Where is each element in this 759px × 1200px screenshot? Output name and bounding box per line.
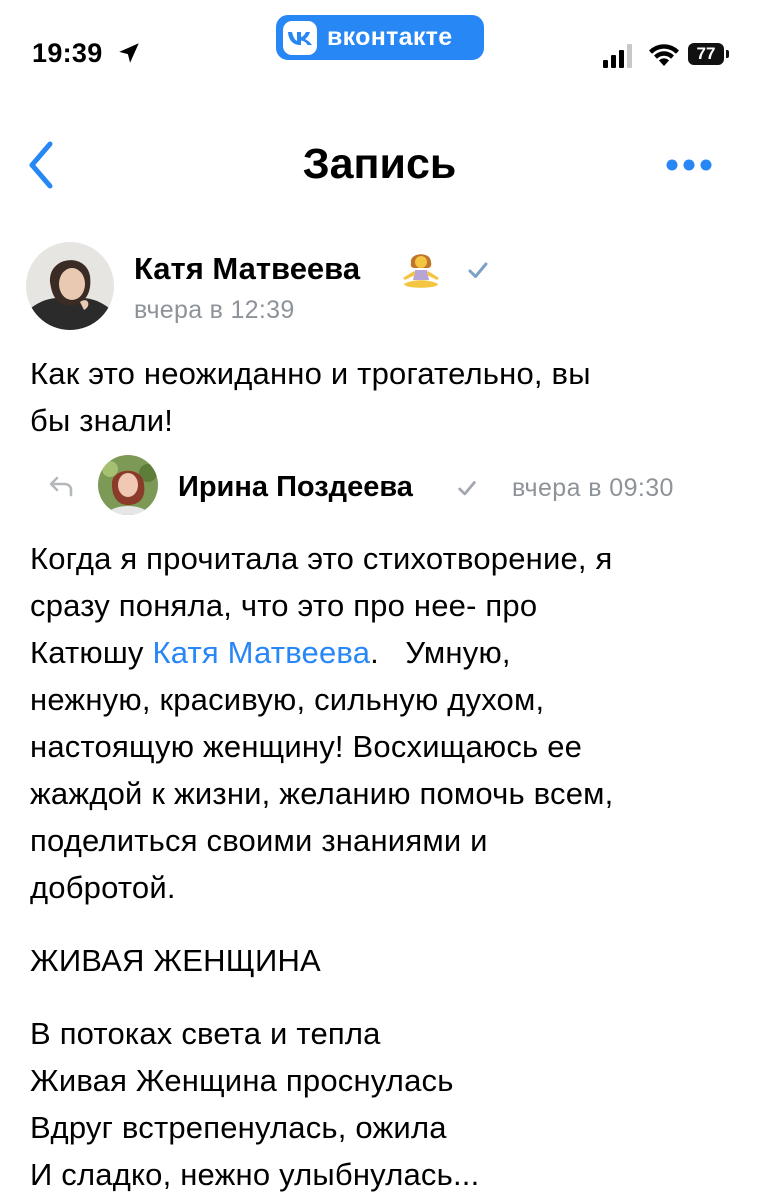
verified-check-icon xyxy=(468,262,488,278)
repost-header[interactable]: Ирина Поздеева вчера в 09:30 xyxy=(30,455,730,521)
post-timestamp[interactable]: вчера в 12:39 xyxy=(134,296,295,325)
poem-line: Живая Женщина проснулась xyxy=(30,1063,454,1098)
repost-paragraph: Когда я прочитала это стихотворение, я с… xyxy=(30,535,735,911)
wifi-icon xyxy=(649,44,679,66)
repost-text-line: жаждой к жизни, желанию помочь всем, xyxy=(30,776,614,811)
poem: В потоках света и тепла Живая Женщина пр… xyxy=(30,1010,735,1198)
repost-text-line: сразу поняла, что это про нее- про xyxy=(30,588,538,623)
repost-author-avatar[interactable] xyxy=(98,455,158,515)
nav-bar: Запись xyxy=(0,120,759,210)
page-title: Запись xyxy=(302,140,457,188)
mention-link[interactable]: Катя Матвеева xyxy=(152,635,370,670)
battery-tip xyxy=(726,50,729,58)
more-options-icon[interactable] xyxy=(666,158,712,172)
poem-title: ЖИВАЯ ЖЕНЩИНА xyxy=(30,943,321,978)
post-text: Как это неожиданно и трогательно, вы бы … xyxy=(30,350,730,444)
repost-text-line: поделиться своими знаниями и xyxy=(30,823,488,858)
poem-line: Вдруг встрепенулась, ожила xyxy=(30,1110,447,1145)
repost-arrow-icon xyxy=(49,476,73,497)
author-avatar[interactable] xyxy=(26,242,114,330)
repost-text-line: Катюшу xyxy=(30,635,153,670)
post-text-line: Как это неожиданно и трогательно, вы xyxy=(30,356,591,391)
location-arrow-icon xyxy=(119,43,139,63)
repost-text-line: нежную, красивую, сильную духом, xyxy=(30,682,545,717)
repost-author-name[interactable]: Ирина Поздеева xyxy=(178,471,413,504)
poem-line: И сладко, нежно улыбнулась... xyxy=(30,1157,480,1192)
repost-text-line: . Умную, xyxy=(370,635,511,670)
repost-text-line: Когда я прочитала это стихотворение, я xyxy=(30,541,613,576)
repost-text-line: настоящую женщину! Восхищаюсь ее xyxy=(30,729,583,764)
status-time: 19:39 xyxy=(32,38,103,68)
battery-indicator: 77 xyxy=(688,43,724,65)
author-name[interactable]: Катя Матвеева xyxy=(134,251,360,287)
repost-text-line: добротой. xyxy=(30,870,176,905)
vk-logo-icon xyxy=(283,20,317,55)
app-indicator-label: вконтакте xyxy=(327,23,453,51)
post-text-line: бы знали! xyxy=(30,403,174,438)
poem-line: В потоках света и тепла xyxy=(30,1016,381,1051)
meditation-emoji-icon xyxy=(403,254,439,288)
repost-body: Когда я прочитала это стихотворение, я с… xyxy=(30,535,735,1198)
repost-verified-check-icon xyxy=(458,481,476,496)
status-bar: 19:39 вконтакте 77 xyxy=(0,0,759,90)
cellular-signal-icon xyxy=(603,44,632,68)
app-indicator-pill[interactable]: вконтакте xyxy=(276,15,484,60)
repost-timestamp[interactable]: вчера в 09:30 xyxy=(512,474,674,503)
post-header: Катя Матвеева вчера в 12:39 xyxy=(26,242,726,332)
